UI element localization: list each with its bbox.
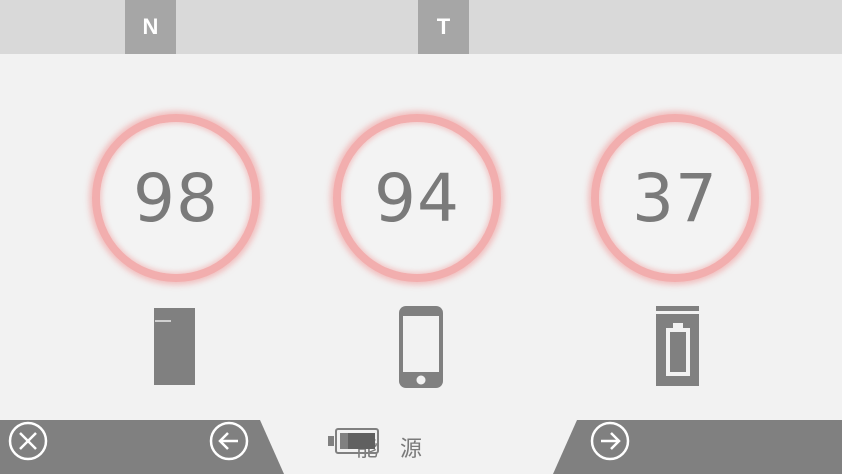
back-arrow-icon[interactable]: [208, 420, 250, 462]
gauge-phone: 94: [333, 114, 501, 282]
gauge-value: 98: [133, 159, 219, 237]
tablet-icon: [154, 308, 195, 385]
smartphone-icon: [399, 306, 443, 388]
battery-icon: [328, 428, 379, 454]
page-title: 能源: [328, 428, 444, 466]
forward-arrow-icon[interactable]: [589, 420, 631, 462]
top-bar: N T: [0, 0, 842, 54]
tab-t-label: T: [436, 14, 451, 39]
tab-n[interactable]: N: [125, 0, 176, 54]
gauge-value: 37: [632, 159, 718, 237]
close-icon[interactable]: [7, 420, 49, 462]
bottom-bar: 能源: [0, 420, 842, 474]
tab-n-label: N: [142, 14, 159, 39]
gauge-tablet: 98: [92, 114, 260, 282]
battery-pack-icon: [656, 306, 699, 386]
tab-t[interactable]: T: [418, 0, 469, 54]
gauge-value: 94: [374, 159, 460, 237]
gauge-battery: 37: [591, 114, 759, 282]
